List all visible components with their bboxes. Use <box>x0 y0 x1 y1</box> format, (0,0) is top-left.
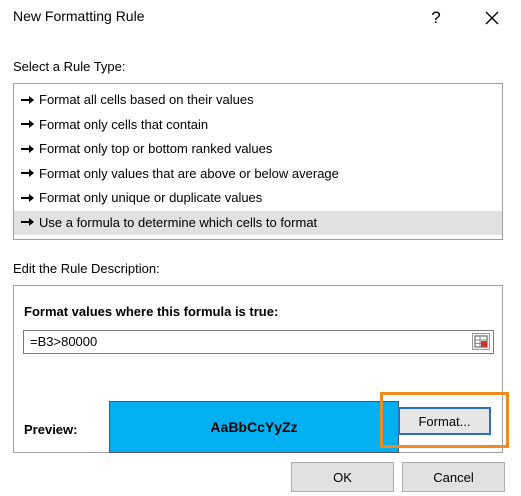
formula-input[interactable]: =B3>80000 <box>23 330 494 354</box>
rule-type-item-above-below-average[interactable]: Format only values that are above or bel… <box>14 162 502 187</box>
title-bar: New Formatting Rule ? <box>0 0 521 40</box>
rule-type-label: Format only cells that contain <box>39 116 209 132</box>
rule-type-item-top-bottom[interactable]: Format only top or bottom ranked values <box>14 137 502 162</box>
rule-type-item-use-formula[interactable]: Use a formula to determine which cells t… <box>14 210 502 235</box>
cancel-button[interactable]: Cancel <box>402 462 505 492</box>
ok-button[interactable]: OK <box>291 462 394 492</box>
range-selector-icon <box>474 335 488 348</box>
close-button[interactable] <box>472 4 512 32</box>
preview-sample: AaBbCcYyZz <box>109 401 399 453</box>
dialog-title: New Formatting Rule <box>13 8 145 24</box>
range-selector-button[interactable] <box>472 333 490 350</box>
arrow-right-icon <box>21 95 34 104</box>
rule-type-label: Format only values that are above or bel… <box>39 165 339 181</box>
edit-rule-description-label: Edit the Rule Description: <box>13 261 160 276</box>
formula-label: Format values where this formula is true… <box>24 304 279 319</box>
arrow-right-icon <box>21 169 34 178</box>
help-button[interactable]: ? <box>421 4 451 32</box>
rule-type-list[interactable]: Format all cells based on their values F… <box>13 83 503 240</box>
arrow-right-icon <box>21 218 34 227</box>
formula-value: =B3>80000 <box>30 334 98 349</box>
rule-type-label: Format only top or bottom ranked values <box>39 141 273 156</box>
rule-type-item-unique-duplicate[interactable]: Format only unique or duplicate values <box>14 186 502 211</box>
rule-type-item-cells-that-contain[interactable]: Format only cells that contain <box>14 113 502 138</box>
rule-type-label: Format only unique or duplicate values <box>39 190 263 205</box>
rule-type-item-all-cells[interactable]: Format all cells based on their values <box>14 88 502 113</box>
preview-label: Preview: <box>24 422 78 437</box>
close-icon <box>485 11 499 25</box>
arrow-right-icon <box>21 120 34 129</box>
preview-text: AaBbCcYyZz <box>210 419 298 435</box>
rule-type-label: Format all cells based on their values <box>39 92 254 107</box>
format-button[interactable]: Format... <box>398 407 491 435</box>
select-rule-type-label: Select a Rule Type: <box>13 59 126 74</box>
arrow-right-icon <box>21 144 34 153</box>
arrow-right-icon <box>21 193 34 202</box>
rule-type-label: Use a formula to determine which cells t… <box>39 214 318 230</box>
